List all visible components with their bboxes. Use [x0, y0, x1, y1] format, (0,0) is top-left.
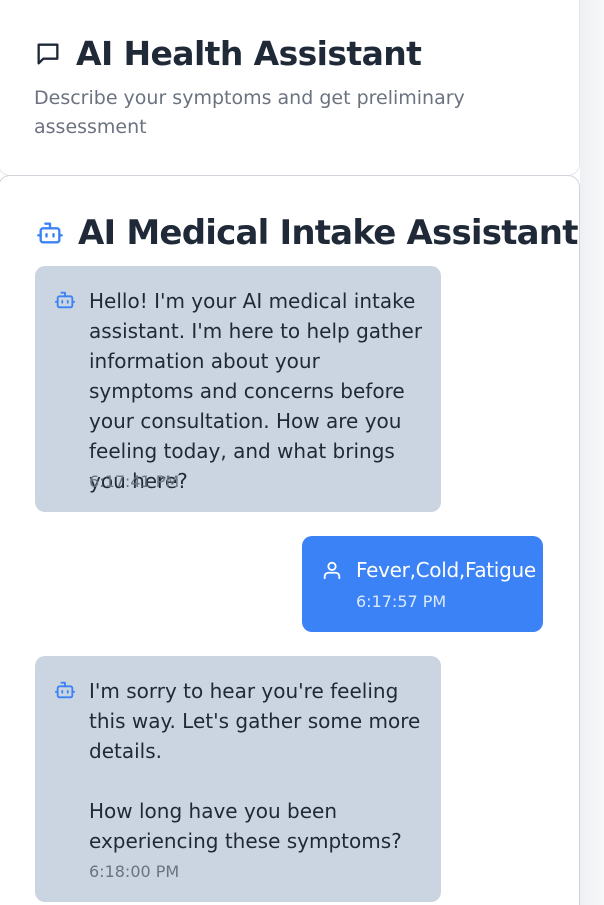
- page-title: AI Health Assistant: [76, 34, 422, 73]
- chat-title-row: AI Medical Intake Assistant: [36, 213, 578, 253]
- page-scroll-edge: [580, 0, 604, 905]
- message-text: Fever,Cold,Fatigue: [356, 558, 536, 582]
- chat-bubble-icon: [34, 40, 62, 68]
- bot-icon: [54, 679, 76, 701]
- message-timestamp: 6:17:57 PM: [356, 592, 447, 611]
- message-timestamp: 6:18:00 PM: [89, 862, 180, 881]
- message-text: I'm sorry to hear you're feeling this wa…: [89, 679, 421, 853]
- assistant-message: Hello! I'm your AI medical intake assist…: [35, 266, 441, 512]
- user-icon: [321, 559, 343, 581]
- user-message: Fever,Cold,Fatigue 6:17:57 PM: [302, 536, 543, 632]
- chat-title: AI Medical Intake Assistant: [78, 213, 578, 253]
- message-text: Hello! I'm your AI medical intake assist…: [89, 289, 429, 493]
- bot-icon: [36, 219, 64, 247]
- message-timestamp: 6:17:41 PM: [89, 472, 180, 491]
- header-title-row: AI Health Assistant: [34, 34, 422, 74]
- assistant-message: I'm sorry to hear you're feeling this wa…: [35, 656, 441, 902]
- page: AI Health Assistant Describe your sympto…: [0, 0, 604, 905]
- page-subtitle: Describe your symptoms and get prelimina…: [34, 87, 465, 138]
- bot-icon: [54, 289, 76, 311]
